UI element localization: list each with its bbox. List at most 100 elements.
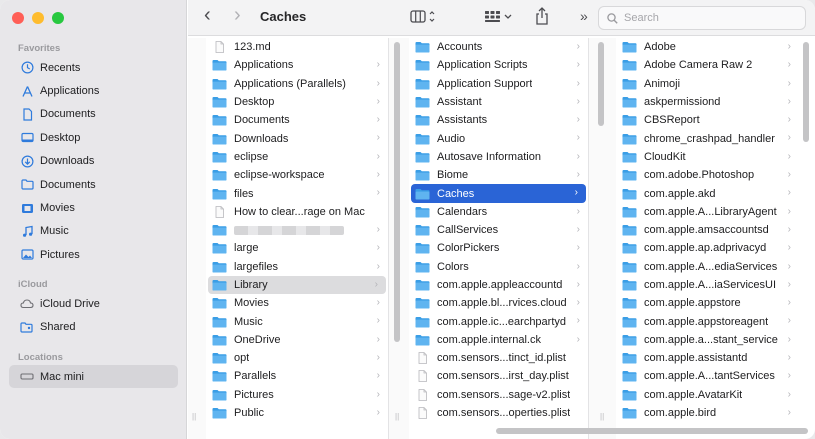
folder-row[interactable]: com.apple.appleaccountd › — [409, 276, 588, 294]
file-row[interactable]: com.sensors...sage-v2.plist — [409, 386, 588, 404]
file-row[interactable]: com.sensors...irst_day.plist — [409, 367, 588, 385]
folder-row[interactable]: Desktop › — [206, 93, 388, 111]
folder-row[interactable]: ColorPickers › — [409, 239, 588, 257]
horizontal-scrollbar[interactable] — [496, 428, 808, 434]
folder-row[interactable]: opt › — [206, 349, 388, 367]
column-resize-handle[interactable]: || — [395, 412, 399, 421]
item-name: Biome — [437, 169, 469, 182]
folder-row[interactable]: Public › — [206, 404, 388, 422]
folder-row[interactable]: eclipse-workspace › — [206, 166, 388, 184]
folder-row[interactable]: largefiles › — [206, 258, 388, 276]
file-row[interactable]: com.sensors...operties.plist — [409, 404, 588, 422]
folder-row[interactable]: com.apple.AvatarKit › — [616, 386, 799, 404]
sidebar-item-applications[interactable]: Applications — [0, 79, 187, 102]
folder-row[interactable]: com.apple.appstore › — [616, 294, 799, 312]
column-resize-handle[interactable]: || — [192, 412, 196, 421]
folder-row[interactable]: Adobe › — [616, 38, 799, 56]
folder-row[interactable]: Animoji › — [616, 75, 799, 93]
folder-row[interactable]: com.apple.amsaccountsd › — [616, 221, 799, 239]
folder-row[interactable]: com.apple.A...LibraryAgent › — [616, 203, 799, 221]
folder-row[interactable]: askpermissiond › — [616, 93, 799, 111]
folder-row[interactable]: Application Scripts › — [409, 56, 588, 74]
file-row[interactable]: com.sensors...tinct_id.plist — [409, 349, 588, 367]
chevron-right-icon: › — [576, 223, 580, 235]
column-scrollbar[interactable] — [598, 42, 604, 126]
folder-row[interactable]: com.adobe.Photoshop › — [616, 166, 799, 184]
folder-row[interactable]: com.apple.A...tantServices › — [616, 367, 799, 385]
folder-row[interactable]: chrome_crashpad_handler › — [616, 129, 799, 147]
column-scrollbar[interactable] — [394, 42, 400, 342]
folder-row[interactable]: Downloads › — [206, 129, 388, 147]
folder-row[interactable]: CBSReport › — [616, 111, 799, 129]
folder-row[interactable]: Application Support › — [409, 75, 588, 93]
group-button[interactable] — [484, 9, 514, 28]
folder-row[interactable]: Movies › — [206, 294, 388, 312]
column-resize-handle[interactable]: || — [600, 412, 604, 421]
folder-row[interactable]: › — [206, 221, 388, 239]
search-field[interactable] — [598, 6, 806, 30]
item-name: com.sensors...operties.plist — [437, 407, 571, 420]
folder-row[interactable]: CloudKit › — [616, 148, 799, 166]
folder-row[interactable]: com.apple.akd › — [616, 184, 799, 202]
sidebar-item-recents[interactable]: Recents — [0, 56, 187, 79]
folder-row[interactable]: Biome › — [409, 166, 588, 184]
folder-row[interactable]: Calendars › — [409, 203, 588, 221]
folder-row[interactable]: Documents › — [206, 111, 388, 129]
folder-row[interactable]: CallServices › — [409, 221, 588, 239]
folder-row[interactable]: Applications (Parallels) › — [206, 75, 388, 93]
folder-row[interactable]: com.apple.internal.ck › — [409, 331, 588, 349]
forward-button[interactable]: › — [234, 4, 241, 27]
folder-row[interactable]: com.apple.assistantd › — [616, 349, 799, 367]
chevron-right-icon: › — [576, 41, 580, 52]
sidebar-heading-favorites: Favorites — [18, 43, 61, 54]
sidebar-item-music[interactable]: Music — [0, 220, 187, 243]
folder-row[interactable]: Applications › — [206, 56, 388, 74]
folder-row[interactable]: Pictures › — [206, 386, 388, 404]
folder-row[interactable]: com.apple.bird › — [616, 404, 799, 422]
sidebar-item-desktop[interactable]: Desktop — [0, 126, 187, 149]
back-button[interactable]: ‹ — [204, 4, 211, 27]
folder-row[interactable]: com.apple.A...iaServicesUI › — [616, 276, 799, 294]
sidebar-item-downloads[interactable]: Downloads — [0, 150, 187, 173]
sidebar-item-pictures[interactable]: Pictures — [0, 243, 187, 266]
folder-row[interactable]: com.apple.ic...earchpartyd › — [409, 312, 588, 330]
folder-row[interactable]: Colors › — [409, 258, 588, 276]
view-mode-button[interactable] — [410, 9, 436, 28]
sidebar-item-shared[interactable]: Shared — [0, 315, 187, 338]
share-button[interactable] — [534, 6, 550, 29]
folder-row[interactable]: com.apple.a...stant_service › — [616, 331, 799, 349]
minimize-window-button[interactable] — [32, 12, 44, 24]
folder-row[interactable]: large › — [206, 239, 388, 257]
search-input[interactable] — [624, 12, 794, 24]
close-window-button[interactable] — [12, 12, 24, 24]
folder-row[interactable]: com.apple.bl...rvices.cloud › — [409, 294, 588, 312]
folder-icon — [622, 59, 644, 71]
folder-row[interactable]: Caches › — [411, 184, 586, 203]
sidebar-item-documents[interactable]: Documents — [0, 103, 187, 126]
folder-row[interactable]: Audio › — [409, 129, 588, 147]
sidebar-item-icloud-drive[interactable]: iCloud Drive — [0, 292, 187, 315]
folder-row[interactable]: Accounts › — [409, 38, 588, 56]
folder-row[interactable]: com.apple.A...ediaServices › — [616, 258, 799, 276]
folder-row[interactable]: Assistants › — [409, 111, 588, 129]
folder-row[interactable]: OneDrive › — [206, 331, 388, 349]
sidebar-item-mac-mini[interactable]: Mac mini — [9, 365, 178, 389]
folder-row[interactable]: Autosave Information › — [409, 148, 588, 166]
folder-icon — [622, 279, 644, 291]
file-row[interactable]: 123.md — [206, 38, 388, 56]
more-toolbar-items-button[interactable]: » — [580, 8, 588, 24]
folder-row[interactable]: files › — [206, 184, 388, 202]
sidebar-item-movies[interactable]: Movies — [0, 196, 187, 219]
sidebar-item-documents[interactable]: Documents — [0, 173, 187, 196]
zoom-window-button[interactable] — [52, 12, 64, 24]
folder-row[interactable]: Parallels › — [206, 367, 388, 385]
folder-row[interactable]: Library › — [208, 275, 386, 295]
folder-row[interactable]: Music › — [206, 312, 388, 330]
file-row[interactable]: How to clear...rage on Mac — [206, 203, 388, 221]
folder-row[interactable]: com.apple.appstoreagent › — [616, 312, 799, 330]
folder-row[interactable]: Assistant › — [409, 93, 588, 111]
folder-row[interactable]: com.apple.ap.adprivacyd › — [616, 239, 799, 257]
column-scrollbar[interactable] — [803, 42, 809, 142]
folder-row[interactable]: eclipse › — [206, 148, 388, 166]
folder-row[interactable]: Adobe Camera Raw 2 › — [616, 56, 799, 74]
